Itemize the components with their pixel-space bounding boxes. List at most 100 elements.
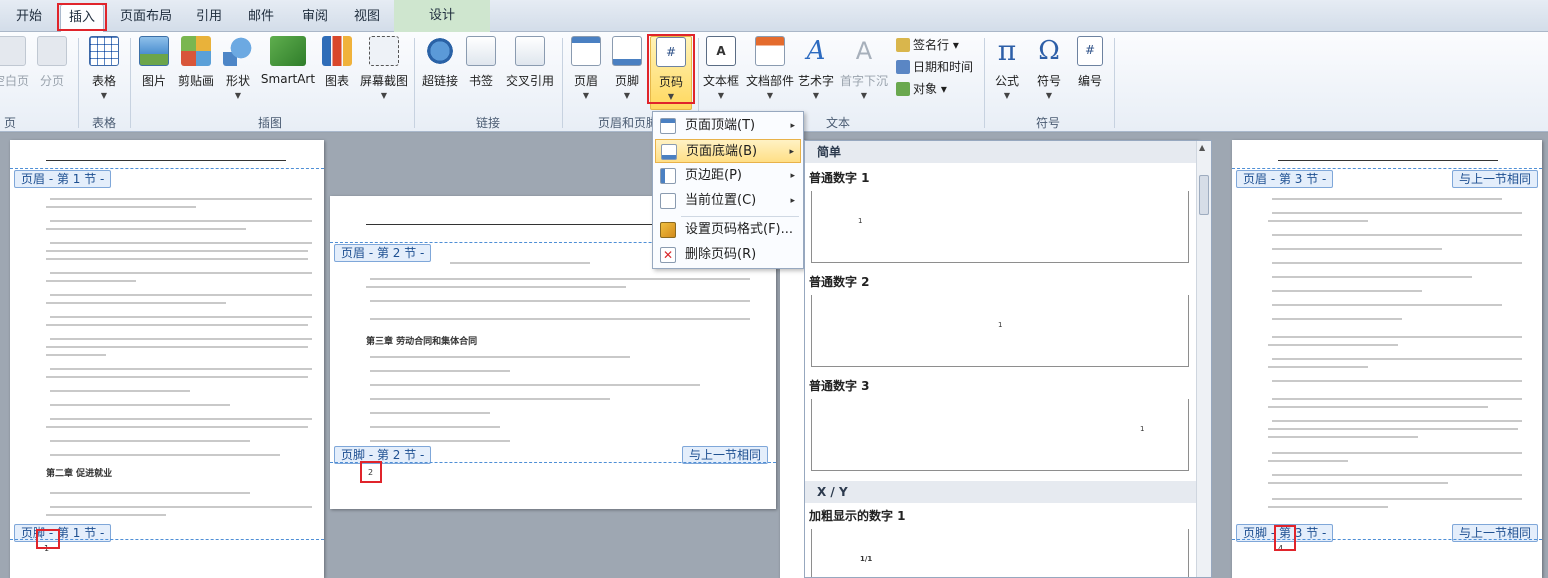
menu-item-page-margins[interactable]: 页边距(P) ▸	[655, 164, 801, 188]
page-number-field[interactable]: 1	[44, 544, 49, 553]
page-break-button[interactable]: 分页	[36, 36, 68, 89]
chapter-heading: 第二章 促进就业	[46, 469, 113, 479]
number-button[interactable]: # 编号	[1072, 36, 1108, 89]
text-line	[370, 356, 630, 358]
menu-item-top-of-page[interactable]: 页面顶端(T) ▸	[655, 114, 801, 138]
text-line	[50, 294, 312, 296]
text-line	[50, 198, 312, 200]
group-separator	[984, 38, 985, 128]
text-line	[1272, 248, 1442, 250]
chevron-down-icon: ▼	[234, 91, 242, 100]
chart-button[interactable]: 图表	[320, 36, 354, 89]
tab-home[interactable]: 开始	[8, 4, 50, 30]
bookmark-icon	[466, 36, 496, 66]
equation-label: 公式	[994, 74, 1019, 88]
text-line	[370, 300, 750, 302]
quick-parts-button[interactable]: 文档部件 ▼	[744, 36, 796, 100]
menu-item-remove-page-numbers[interactable]: ✕ 删除页码(R)	[655, 243, 801, 267]
signature-line-icon	[896, 38, 910, 52]
tab-references[interactable]: 引用	[188, 4, 230, 30]
tab-mailings[interactable]: 邮件	[240, 4, 282, 30]
footer-button[interactable]: 页脚 ▼	[608, 36, 646, 100]
tab-page-layout[interactable]: 页面布局	[112, 4, 180, 30]
page-3[interactable]: 页眉 - 第 3 节 - 与上一节相同 页脚 - 第 3 节 - 与上一节相同 …	[1232, 140, 1542, 578]
text-line	[370, 398, 610, 400]
gallery-item-plain-number-3[interactable]: 1	[811, 399, 1189, 471]
text-line	[1272, 498, 1522, 500]
chevron-down-icon: ▼	[582, 91, 590, 100]
text-line	[1272, 474, 1522, 476]
signature-line-button[interactable]: 签名行 ▾	[896, 36, 959, 53]
format-page-numbers-icon	[660, 222, 676, 238]
footer-boundary	[330, 462, 776, 463]
blank-page-icon	[0, 36, 26, 66]
date-time-button[interactable]: 日期和时间	[896, 58, 973, 75]
screenshot-label: 屏幕截图	[359, 74, 408, 88]
scroll-up-icon[interactable]: ▲	[1199, 143, 1205, 152]
chevron-down-icon: ▼	[860, 91, 868, 100]
text-line	[1268, 344, 1398, 346]
page-1[interactable]: 页眉 - 第 1 节 - 第二章 促进就业 页脚 - 第 1 节 - 1	[10, 140, 324, 578]
ribbon-tabs: 开始 插入 页面布局 引用 邮件 审阅 视图 设计	[0, 0, 1548, 33]
text-line	[50, 338, 312, 340]
submenu-arrow-icon: ▸	[790, 196, 795, 206]
chart-icon	[322, 36, 352, 66]
header-button[interactable]: 页眉 ▼	[568, 36, 604, 100]
text-line	[1268, 482, 1448, 484]
calendar-icon	[896, 60, 910, 74]
text-line	[366, 286, 626, 288]
thumb-page-number: 1/1	[860, 555, 873, 563]
cross-reference-button[interactable]: 交叉引用	[502, 36, 558, 89]
text-box-button[interactable]: A 文本框 ▼	[702, 36, 740, 100]
text-line	[50, 418, 312, 420]
table-button[interactable]: 表格 ▼	[84, 36, 124, 100]
chevron-down-icon: ▼	[100, 91, 108, 100]
clip-art-button[interactable]: 剪贴画	[174, 36, 218, 89]
text-line	[46, 280, 136, 282]
drop-cap-icon: A	[855, 37, 873, 65]
drop-cap-button[interactable]: A 首字下沉 ▼	[838, 36, 890, 100]
gallery-item-plain-number-2[interactable]: 1	[811, 295, 1189, 367]
tab-design[interactable]: 设计	[394, 0, 490, 32]
bookmark-button[interactable]: 书签	[464, 36, 498, 89]
tab-view[interactable]: 视图	[346, 4, 388, 30]
chapter-heading: 第三章 劳动合同和集体合同	[366, 337, 478, 347]
picture-button[interactable]: 图片	[136, 36, 172, 89]
gallery-item-bold-number-1[interactable]: 1/1	[811, 529, 1189, 577]
text-line	[1272, 358, 1522, 360]
page-number-field[interactable]: 2	[368, 468, 373, 477]
group-separator	[78, 38, 79, 128]
gallery-item-plain-number-1[interactable]: 1	[811, 191, 1189, 263]
gallery-scrollbar[interactable]: ▲	[1196, 141, 1211, 577]
text-line	[46, 302, 226, 304]
blank-page-button[interactable]: 空白页	[0, 36, 32, 89]
text-line	[50, 390, 190, 392]
scroll-thumb[interactable]	[1199, 175, 1209, 215]
page-number-button[interactable]: # 页码 ▼	[650, 36, 692, 110]
text-line	[50, 368, 312, 370]
shapes-button[interactable]: 形状 ▼	[222, 36, 254, 100]
menu-item-format-page-numbers[interactable]: 设置页码格式(F)...	[655, 218, 801, 242]
menu-item-bottom-of-page[interactable]: 页面底端(B) ▸	[655, 139, 801, 163]
object-button[interactable]: 对象 ▾	[896, 80, 947, 97]
tab-review[interactable]: 审阅	[294, 4, 336, 30]
gallery-item-title: 普通数字 1	[809, 171, 870, 185]
symbol-button[interactable]: Ω 符号 ▼	[1030, 36, 1068, 100]
hyperlink-button[interactable]: 超链接	[420, 36, 460, 89]
header-label: 页眉	[573, 74, 598, 88]
header-icon	[571, 36, 601, 66]
text-line	[1272, 290, 1422, 292]
page-number-field[interactable]: 4	[1278, 544, 1283, 553]
text-line	[46, 426, 308, 428]
equation-button[interactable]: π 公式 ▼	[988, 36, 1026, 101]
tab-insert[interactable]: 插入	[60, 4, 105, 33]
menu-item-current-position[interactable]: 当前位置(C) ▸	[655, 189, 801, 213]
text-line	[1268, 366, 1368, 368]
screenshot-button[interactable]: 屏幕截图 ▼	[358, 36, 410, 100]
menu-separator	[681, 216, 799, 217]
text-line	[50, 454, 280, 456]
clip-art-icon	[181, 36, 211, 66]
text-line	[1272, 262, 1522, 264]
smartart-button[interactable]: SmartArt	[258, 36, 318, 86]
wordart-button[interactable]: A 艺术字 ▼	[796, 36, 836, 100]
